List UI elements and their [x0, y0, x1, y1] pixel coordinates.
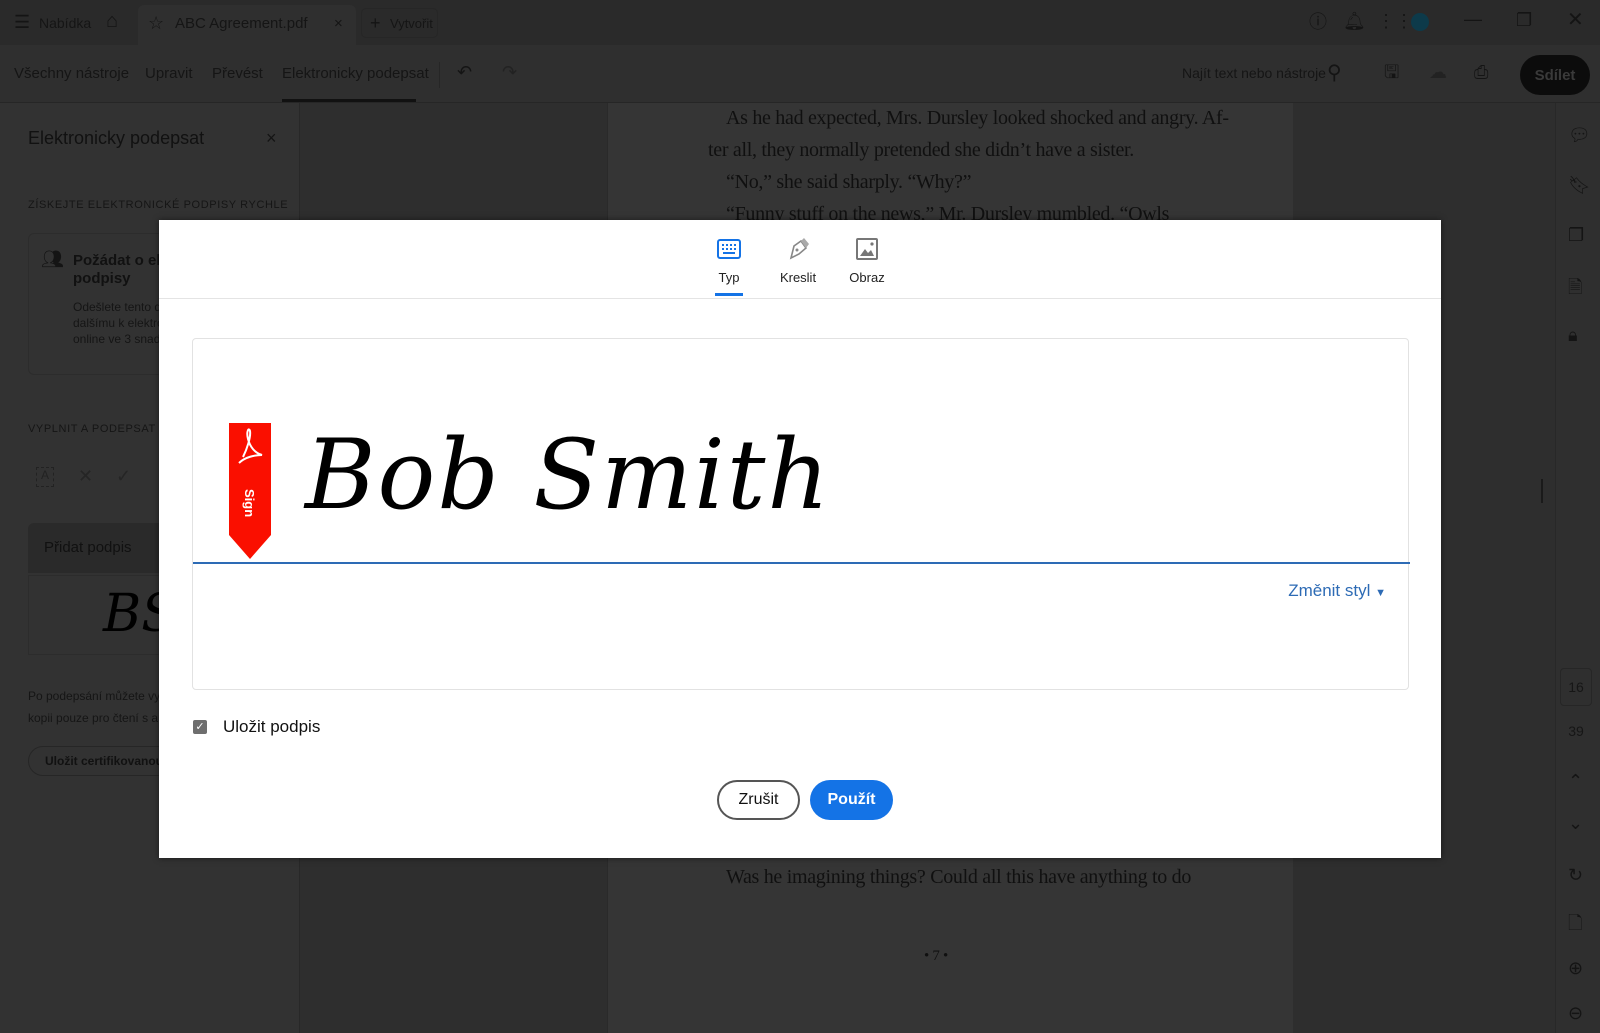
panel-title: Elektronicky podepsat [28, 128, 205, 148]
help-icon[interactable]: ⓘ [1309, 13, 1327, 31]
tool-all-tools[interactable]: Všechny nástroje [14, 65, 129, 82]
doc-line: As he had expected, Mrs. Dursley looked … [726, 107, 1229, 129]
redo-icon[interactable]: ↷ [502, 63, 517, 81]
adobe-sign-tag-icon: Sign [229, 423, 271, 564]
chevron-down-icon[interactable]: ⌄ [1568, 813, 1583, 834]
active-tool-underline [282, 99, 416, 102]
create-button[interactable]: + Vytvořit [361, 8, 438, 38]
actual-size-icon[interactable]: 🗋 [1568, 911, 1582, 941]
right-rail: 💬︎ 🔖︎ ❐ 🗎 🔒︎ 16 39 ⌃ ⌄ ↻ 🗋 ⊕ ⊖ [1555, 103, 1600, 1033]
tool-esign[interactable]: Elektronicky podepsat [282, 65, 429, 82]
signature-dialog: Typ Kreslit Obraz Sign Bob Smith Změnit … [159, 220, 1441, 858]
tab-draw[interactable]: Kreslit [768, 234, 828, 285]
caret-down-icon: ▼ [1375, 587, 1386, 599]
people-sign-icon: 👥︎ [41, 249, 64, 269]
apply-button[interactable]: Použít [810, 780, 893, 820]
tab-image[interactable]: Obraz [837, 234, 897, 285]
chevron-up-icon[interactable]: ⌃ [1568, 771, 1583, 792]
menu-button[interactable]: Nabídka [39, 15, 91, 31]
title-bar: ☰ Nabídka ⌂ ☆ ABC Agreement.pdf × + Vytv… [0, 0, 1600, 45]
tab-draw-label: Kreslit [779, 270, 817, 285]
cross-mark-icon[interactable]: ✕ [78, 467, 93, 485]
apps-grid-icon[interactable]: ⋮⋮ [1377, 12, 1413, 30]
doc-line: “No,” she said sharply. “Why?” [726, 171, 972, 193]
save-icon[interactable]: 🖫 [1384, 63, 1399, 81]
save-signature-label: Uložit podpis [223, 717, 321, 736]
divider [439, 62, 440, 88]
page-number: • 7 • [924, 948, 949, 964]
text-field-icon[interactable]: A [36, 467, 54, 487]
search-field[interactable]: Najít text nebo nástroje [1182, 65, 1326, 81]
signature-input-area[interactable]: Sign Bob Smith Změnit styl ▼ [192, 338, 1410, 690]
tool-edit[interactable]: Upravit [145, 65, 193, 82]
signature-baseline [193, 562, 1410, 564]
card-title-line2: podpisy [73, 270, 131, 287]
comment-icon[interactable]: 💬︎ [1568, 125, 1591, 146]
print-icon[interactable]: ⎙ [1474, 63, 1488, 81]
change-style-dropdown[interactable]: Změnit styl ▼ [1288, 581, 1386, 601]
panel-footer-text: Po podepsání můžete vyt [28, 689, 164, 703]
zoom-out-icon[interactable]: ⊖ [1568, 1003, 1583, 1024]
cloud-upload-icon[interactable]: ☁ [1429, 63, 1447, 81]
card-desc: Odešlete tento d [73, 300, 162, 314]
pages-icon[interactable]: ❐ [1568, 225, 1584, 246]
restore-icon[interactable]: ❐ [1516, 11, 1532, 29]
tool-convert[interactable]: Převést [212, 65, 263, 82]
doc-line: ter all, they normally pretended she did… [708, 139, 1134, 161]
signature-text[interactable]: Bob Smith [305, 419, 831, 531]
save-certified-label: Uložit certifikovanou [45, 754, 164, 768]
tab-type-label: Typ [718, 270, 740, 285]
card-desc: dalšímu k elektro [73, 316, 164, 330]
sign-tag-text: Sign [242, 489, 257, 517]
avatar[interactable] [1411, 13, 1429, 31]
cancel-button[interactable]: Zrušit [717, 780, 800, 820]
protect-icon[interactable]: 🔒︎ [1568, 325, 1578, 346]
panel-footer-text: kopii pouze pro čtení s au [28, 711, 165, 725]
zoom-in-icon[interactable]: ⊕ [1568, 958, 1583, 979]
minimize-icon[interactable]: — [1464, 10, 1482, 28]
bell-icon[interactable]: 🔔︎ [1343, 12, 1366, 30]
create-label: Vytvořit [390, 16, 433, 31]
menu-icon[interactable]: ☰ [14, 13, 30, 31]
check-mark-icon[interactable]: ✓ [116, 467, 131, 485]
scrollbar-thumb[interactable] [1541, 479, 1543, 503]
keyboard-icon [699, 234, 759, 264]
home-icon[interactable]: ⌂ [106, 11, 118, 31]
document-tab[interactable]: ☆ ABC Agreement.pdf × [138, 5, 356, 45]
search-icon[interactable]: ⚲ [1327, 63, 1342, 83]
plus-icon: + [370, 13, 381, 33]
close-panel-icon[interactable]: × [266, 129, 277, 147]
share-button[interactable]: Sdílet [1520, 55, 1590, 95]
image-icon [837, 234, 897, 264]
close-window-icon[interactable]: ✕ [1567, 10, 1584, 30]
undo-icon[interactable]: ↶ [457, 63, 472, 81]
tab-divider [159, 298, 1441, 299]
card-desc: online ve 3 snadn [73, 332, 168, 346]
tab-image-label: Obraz [849, 270, 885, 285]
active-tab-indicator [715, 293, 743, 296]
document-tab-label: ABC Agreement.pdf [175, 15, 308, 32]
document-icon[interactable]: 🗎 [1568, 275, 1582, 305]
page-number-input[interactable]: 16 [1560, 668, 1592, 706]
doc-line: Was he imagining things? Could all this … [726, 866, 1192, 888]
toolbar: Všechny nástroje Upravit Převést Elektro… [0, 45, 1600, 103]
tab-type[interactable]: Typ [699, 234, 759, 296]
bookmarks-icon[interactable]: 🔖︎ [1568, 175, 1591, 196]
section-heading: ZÍSKEJTE ELEKTRONICKÉ PODPISY RYCHLE [28, 199, 289, 211]
change-style-label: Změnit styl [1288, 581, 1371, 600]
star-icon[interactable]: ☆ [148, 14, 164, 32]
pen-icon [768, 234, 828, 264]
add-signature-label: Přidat podpis [44, 539, 132, 556]
section-heading: VYPLNIT A PODEPSAT SA [28, 423, 176, 435]
save-signature-checkbox[interactable]: ✓ [193, 720, 207, 734]
card-title: Požádat o ele [73, 252, 169, 269]
total-pages: 39 [1568, 723, 1584, 739]
rotate-icon[interactable]: ↻ [1568, 865, 1583, 886]
close-tab-icon[interactable]: × [334, 16, 343, 31]
